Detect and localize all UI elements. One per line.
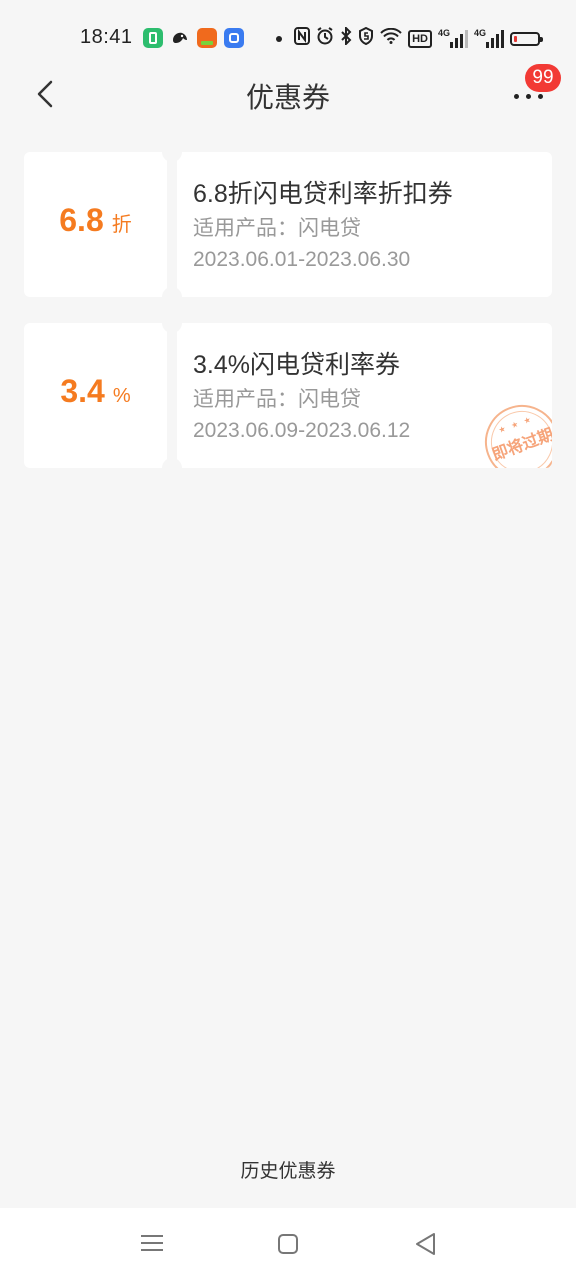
coupon-product: 适用产品：闪电贷 <box>193 388 361 411</box>
coupon-validity: 2023.06.01-2023.06.30 <box>193 248 411 271</box>
battery-icon <box>510 31 543 46</box>
hd-icon: HD <box>408 29 432 48</box>
coupon-value: 6.8 折 <box>24 202 167 239</box>
top-bar: 优惠券 <box>0 60 576 128</box>
battery-saver-icon <box>143 28 163 48</box>
expiring-soon-stamp: ★ ★ ★ 即将过期 <box>474 394 552 468</box>
wifi-icon <box>380 27 402 49</box>
history-coupons-link[interactable]: 历史优惠券 <box>0 1156 576 1183</box>
bluetooth-icon <box>340 25 352 50</box>
coupon-notch <box>162 313 182 333</box>
coupon-value-panel: 3.4% <box>24 323 167 468</box>
coupon-title: 6.8折闪电贷利率折扣券 <box>193 180 453 208</box>
coupon-value-unit: 折 <box>111 214 132 236</box>
coupon-title: 3.4%闪电贷利率券 <box>193 351 400 379</box>
coupon-value-number: 6.8 <box>59 202 104 238</box>
alarm-icon <box>316 27 334 50</box>
orange-app-icon <box>197 28 217 48</box>
home-square-icon[interactable] <box>274 1230 302 1258</box>
coupon-value-panel: 6.8 折 <box>24 152 167 297</box>
blue-app-icon <box>224 28 244 48</box>
coupon-info-panel: 6.8折闪电贷利率折扣券 适用产品：闪电贷 2023.06.01-2023.06… <box>177 152 552 297</box>
battery-level <box>514 35 517 42</box>
notification-badge: 99 <box>525 64 561 92</box>
menu-icon[interactable] <box>138 1230 166 1258</box>
coupon-notch <box>162 287 182 307</box>
coupon-info-panel: 3.4%闪电贷利率券 适用产品：闪电贷 2023.06.09-2023.06.1… <box>177 323 552 468</box>
coupon-value-unit: % <box>112 385 131 407</box>
coupon-notch <box>162 142 182 162</box>
coupon-notch <box>162 458 182 478</box>
coupon-value-number: 3.4 <box>60 373 105 409</box>
back-triangle-icon[interactable] <box>412 1230 440 1258</box>
shield-icon <box>358 26 374 50</box>
more-horizontal-icon <box>514 94 543 99</box>
status-time: 18:41 <box>80 26 133 48</box>
coupon-value: 3.4% <box>24 373 167 410</box>
coupon-card[interactable]: 6.8 折 6.8折闪电贷利率折扣券 适用产品：闪电贷 2023.06.01-20… <box>24 142 552 307</box>
notification-icons <box>143 28 244 48</box>
nfc-icon <box>294 27 311 50</box>
coupon-card[interactable]: 3.4% 3.4%闪电贷利率券 适用产品：闪电贷 2023.06.09-2023… <box>24 313 552 478</box>
dot-icon <box>276 35 283 42</box>
signal-4g-icon: 4G <box>438 28 468 48</box>
coupon-product: 适用产品：闪电贷 <box>193 217 361 240</box>
coupon-validity: 2023.06.09-2023.06.12 <box>193 419 411 442</box>
bird-app-icon <box>170 28 190 48</box>
page-title: 优惠券 <box>245 82 330 113</box>
system-icons: HD 4G 4G <box>276 25 543 50</box>
system-nav-bar <box>0 1208 576 1280</box>
signal-4g-icon-2: 4G <box>474 28 504 48</box>
